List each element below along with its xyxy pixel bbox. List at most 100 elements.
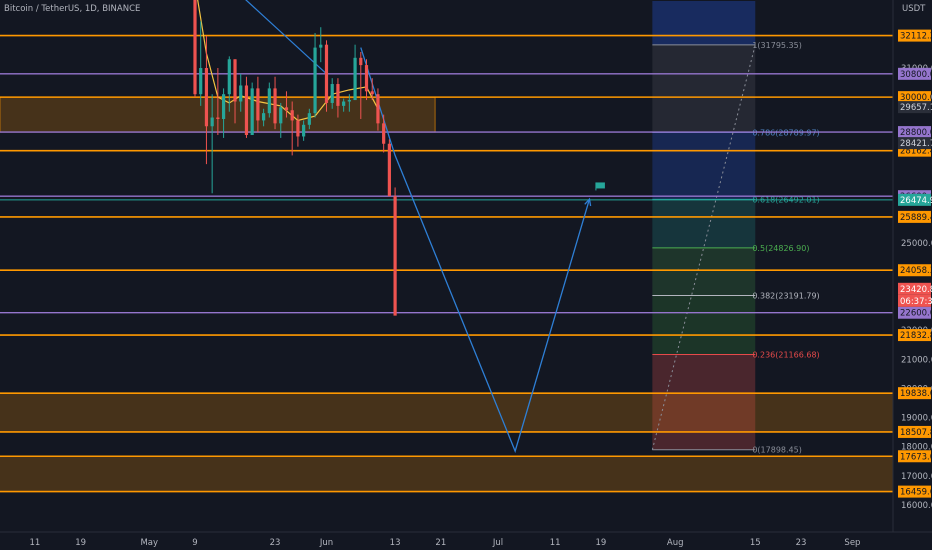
fibonacci-retracement: 1(31795.35)0.786(28789.97)0.618(26492.01… xyxy=(651,0,820,455)
fib-level-label: 1(31795.35) xyxy=(752,41,802,50)
level-price-tag: 17673.05 xyxy=(900,452,932,462)
candle-body xyxy=(227,59,231,95)
candle-body xyxy=(296,120,300,137)
candle-body xyxy=(364,65,369,92)
candle xyxy=(244,76,249,138)
level-price-tag: 22600.00 xyxy=(900,309,932,319)
candle-body xyxy=(262,113,266,121)
candle-body xyxy=(244,85,249,136)
level-price-tag: 21832.86 xyxy=(900,331,932,341)
x-tick-label: 11 xyxy=(30,538,41,548)
candle-body xyxy=(216,117,220,119)
price-chart[interactable]: 1(31795.35)0.786(28789.97)0.618(26492.01… xyxy=(0,0,932,550)
y-tick-label: 17000.00 xyxy=(901,472,932,482)
candle xyxy=(393,187,397,316)
price-tag: 23420.84 xyxy=(900,285,932,295)
candle-body xyxy=(313,47,317,114)
candle xyxy=(353,44,357,101)
x-tick-label: 15 xyxy=(750,538,761,548)
candle-body xyxy=(387,143,391,197)
y-tick-label: 19000.00 xyxy=(901,414,932,424)
candle xyxy=(193,0,197,98)
fib-band-2 xyxy=(652,132,756,200)
x-tick-label: Jul xyxy=(492,538,503,548)
candle xyxy=(313,33,317,118)
x-tick-label: Sep xyxy=(844,538,860,548)
y-tick-label: 21000.00 xyxy=(901,355,932,365)
candle-body xyxy=(273,88,277,124)
candle-body xyxy=(376,94,380,124)
level-price-tag: 24058.35 xyxy=(900,266,932,276)
x-tick-label: Aug xyxy=(667,538,684,548)
candle-body xyxy=(239,85,243,102)
currency-label: USDT xyxy=(902,4,926,14)
candle-body xyxy=(347,100,351,102)
fib-level-label: 0.382(23191.79) xyxy=(752,291,819,300)
fib-band-4 xyxy=(652,247,756,296)
level-price-tag: 19838.68 xyxy=(900,389,932,399)
symbol-label: Bitcoin / TetherUS, 1D, BINANCE xyxy=(4,4,140,14)
fib-band-6 xyxy=(652,354,756,450)
candle xyxy=(204,35,209,165)
x-tick-label: 23 xyxy=(270,538,281,548)
candle-body xyxy=(393,196,397,316)
fib-band-5 xyxy=(652,295,756,355)
y-tick-label: 16000.00 xyxy=(901,501,932,511)
candle xyxy=(319,27,323,63)
candle-body xyxy=(336,84,340,106)
candle-body xyxy=(353,57,357,101)
candle-body xyxy=(210,117,214,127)
x-tick-label: May xyxy=(140,538,158,548)
candle-body xyxy=(330,84,334,103)
candle-body xyxy=(302,124,306,137)
countdown-label: 06:37:31 xyxy=(900,297,932,307)
candle-body xyxy=(279,107,283,124)
chart-container[interactable]: 1(31795.35) 0.786(28789.97) 0.618(26492.01… xyxy=(0,0,932,550)
candle-body xyxy=(359,57,363,66)
candle-body xyxy=(382,123,386,144)
level-price-tag: 16459.64 xyxy=(900,488,932,498)
candle xyxy=(250,82,254,136)
level-price-tag: 18507.87 xyxy=(900,428,932,438)
candle-body xyxy=(267,88,271,114)
level-price-tag: 28800.00 xyxy=(900,128,932,138)
candle xyxy=(324,40,329,112)
candle-body xyxy=(290,110,294,121)
drawing-lines xyxy=(197,0,605,454)
candle-body xyxy=(370,91,374,95)
candle-body xyxy=(307,113,311,125)
fib-level-label: 0.236(21166.68) xyxy=(752,350,819,359)
candle-body xyxy=(256,88,260,121)
y-tick-label: 25000.00 xyxy=(901,239,932,249)
candle xyxy=(273,76,277,130)
candle-body xyxy=(233,59,237,102)
candle-body xyxy=(324,44,329,103)
x-tick-label: Jun xyxy=(319,538,333,548)
candle xyxy=(267,82,271,118)
candle-body xyxy=(193,0,197,95)
price-tag: 28421.71 xyxy=(900,139,932,149)
candle-body xyxy=(250,88,254,136)
level-price-tag: 32112.28 xyxy=(900,32,932,42)
flag-marker xyxy=(595,182,605,189)
fib-level-label: 0.786(28789.97) xyxy=(752,128,819,137)
candles xyxy=(193,0,397,316)
candle-body xyxy=(204,68,209,127)
level-price-tag: 25889.43 xyxy=(900,213,932,223)
price-tag: 26474.93 xyxy=(900,196,932,206)
fib-band-1 xyxy=(652,44,756,133)
x-tick-label: 23 xyxy=(796,538,807,548)
candle-body xyxy=(342,101,346,106)
x-tick-label: 19 xyxy=(75,538,86,548)
x-tick-label: 9 xyxy=(192,538,197,548)
candle xyxy=(199,21,203,106)
candle-body xyxy=(221,94,226,119)
fib-band-3 xyxy=(652,199,756,248)
price-tag: 29657.13 xyxy=(900,103,932,113)
x-tick-label: 11 xyxy=(550,538,561,548)
zone-2 xyxy=(0,456,893,492)
candle-body xyxy=(199,68,203,95)
candle xyxy=(387,139,391,197)
fib-level-label: 0(17898.45) xyxy=(752,446,802,455)
candle-body xyxy=(284,107,289,111)
